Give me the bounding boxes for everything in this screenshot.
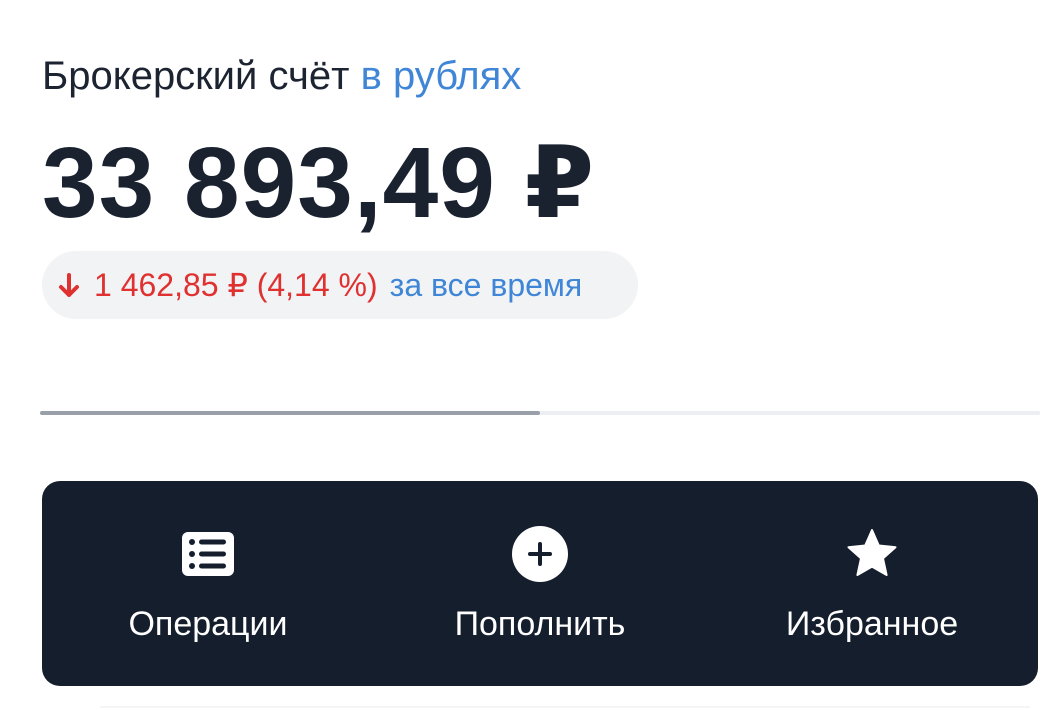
account-header: Брокерский счёт в рублях <box>42 52 521 100</box>
portfolio-change-badge[interactable]: 1 462,85 ₽ (4,14 %) за все время <box>42 251 638 319</box>
plus-circle-icon <box>512 526 568 582</box>
operations-label: Операции <box>128 605 288 643</box>
favorites-label: Избранное <box>785 605 959 643</box>
star-icon <box>847 529 897 576</box>
carousel-progress-fill <box>40 411 540 415</box>
arrow-down-icon <box>59 273 79 297</box>
account-balance: 33 893,49 ₽ <box>42 127 596 239</box>
carousel-progress-track <box>40 411 1040 415</box>
change-period: за все время <box>389 266 583 303</box>
top-up-button[interactable]: Пополнить <box>374 481 706 686</box>
top-up-label: Пополнить <box>454 605 626 643</box>
operations-button[interactable]: Операции <box>42 481 374 686</box>
account-title: Брокерский счёт <box>42 54 350 98</box>
change-value: 1 462,85 ₽ (4,14 %) <box>94 267 378 303</box>
currency-selector-link[interactable]: в рублях <box>361 54 522 98</box>
list-icon <box>182 532 234 576</box>
divider <box>100 706 1030 708</box>
quick-actions-panel: Операции Пополнить Избранное <box>42 481 1038 686</box>
favorites-button[interactable]: Избранное <box>706 481 1038 686</box>
